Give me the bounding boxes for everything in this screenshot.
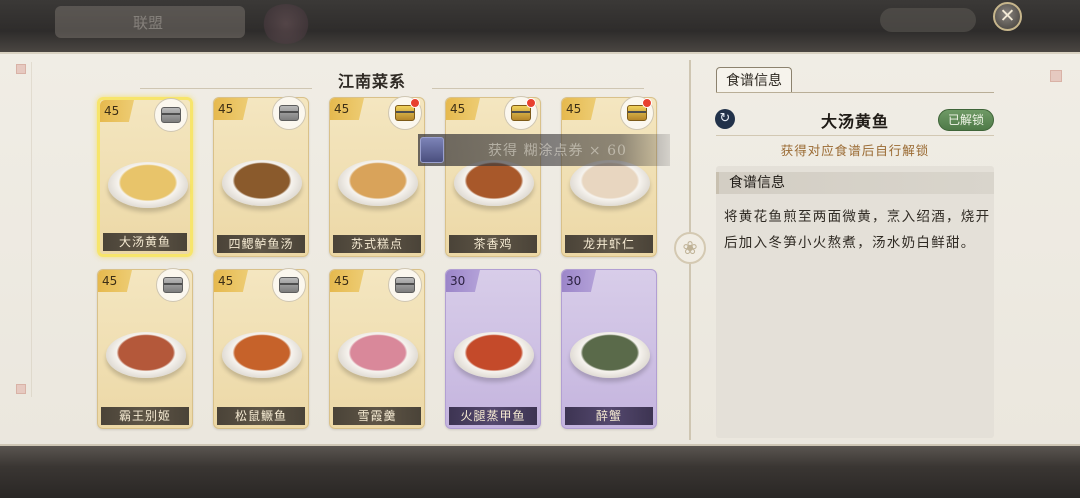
title-line-right (432, 88, 644, 89)
dish-image (220, 310, 304, 400)
recipe-card[interactable]: 45 松鼠鳜鱼 (213, 268, 309, 429)
level-badge: 30 (562, 270, 596, 292)
card-name: 雪霞羹 (333, 407, 421, 425)
close-button[interactable]: ✕ (993, 2, 1022, 31)
gold-chest-icon[interactable] (504, 96, 538, 130)
plate-icon (106, 332, 186, 378)
level-badge: 45 (98, 270, 132, 292)
level-badge: 45 (100, 100, 134, 122)
silver-chest-icon[interactable] (156, 268, 190, 302)
blurred-currency (880, 8, 976, 32)
plate-icon (570, 332, 650, 378)
blurred-avatar (262, 4, 310, 44)
panel-left-decoration (12, 62, 32, 397)
seal-icon (1050, 70, 1062, 82)
tab-recipe-info[interactable]: 食谱信息 (716, 67, 792, 93)
recipe-card[interactable]: 45 大汤黄鱼 (97, 97, 193, 257)
background-bottom-bar (0, 446, 1080, 498)
recipe-card[interactable]: 45 四鳃鲈鱼汤 (213, 96, 309, 257)
plate-icon (222, 332, 302, 378)
level-badge: 30 (446, 270, 480, 292)
level-badge: 45 (446, 98, 480, 120)
card-name: 苏式糕点 (333, 235, 421, 253)
dish-image (452, 310, 536, 400)
recipe-card[interactable]: 45 霸王别姬 (97, 268, 193, 429)
dish-image (336, 138, 420, 228)
level-badge: 45 (214, 270, 248, 292)
silver-chest-icon[interactable] (388, 268, 422, 302)
level-badge: 45 (330, 270, 364, 292)
dish-image (104, 310, 188, 400)
card-name: 大汤黄鱼 (103, 233, 187, 251)
plate-icon (454, 160, 534, 206)
plate-icon (570, 160, 650, 206)
dish-image (220, 138, 304, 228)
panel-right-decoration (1040, 62, 1070, 397)
card-name: 四鳃鲈鱼汤 (217, 235, 305, 253)
recipe-card[interactable]: 45 茶香鸡 (445, 96, 541, 257)
notification-dot-icon (526, 98, 536, 108)
recipe-info-box: 食谱信息 将黄花鱼煎至两面微黄，烹入绍酒，烧开后加入冬笋小火熬煮，汤水奶白鲜甜。 (716, 166, 994, 438)
card-name: 醉蟹 (565, 407, 653, 425)
card-name: 茶香鸡 (449, 235, 537, 253)
tab-underline (716, 92, 994, 93)
seal-icon (16, 384, 26, 394)
coupon-icon (420, 137, 444, 163)
card-name: 龙井虾仁 (565, 235, 653, 253)
flower-ornament-icon: ❀ (674, 232, 706, 264)
card-name: 松鼠鳜鱼 (217, 407, 305, 425)
recipe-card[interactable]: 45 雪霞羹 (329, 268, 425, 429)
plate-icon (338, 160, 418, 206)
dish-image (568, 310, 652, 400)
card-name: 火腿蒸甲鱼 (449, 407, 537, 425)
name-divider (716, 135, 994, 136)
seal-icon (16, 64, 26, 74)
dish-image (336, 310, 420, 400)
silver-chest-icon[interactable] (154, 98, 188, 132)
recipe-description: 将黄花鱼煎至两面微黄，烹入绍酒，烧开后加入冬笋小火熬煮，汤水奶白鲜甜。 (724, 209, 991, 251)
section-title: 江南菜系 (337, 72, 406, 91)
recipe-heading: 食谱信息 (716, 172, 994, 194)
silver-chest-icon[interactable] (272, 96, 306, 130)
plate-icon (108, 162, 188, 208)
plate-icon (222, 160, 302, 206)
refresh-icon[interactable]: ↻ (715, 109, 735, 129)
close-icon: ✕ (999, 5, 1016, 27)
notification-dot-icon (410, 98, 420, 108)
toast-text: 获得 糊涂点券 × 60 (488, 143, 627, 159)
gold-chest-icon[interactable] (388, 96, 422, 130)
gold-chest-icon[interactable] (620, 96, 654, 130)
level-badge: 45 (214, 98, 248, 120)
dish-image (106, 140, 190, 230)
plate-icon (338, 332, 418, 378)
recipe-card[interactable]: 30 火腿蒸甲鱼 (445, 269, 541, 429)
dish-name: 大汤黄鱼 (820, 112, 889, 131)
background-top-bar: 联盟 (0, 0, 1080, 52)
level-badge: 45 (562, 98, 596, 120)
silver-chest-icon[interactable] (272, 268, 306, 302)
title-line-left (140, 88, 312, 89)
blurred-tab: 联盟 (55, 6, 245, 38)
plate-icon (454, 332, 534, 378)
notification-dot-icon (642, 98, 652, 108)
recipe-card[interactable]: 45 苏式糕点 (329, 96, 425, 257)
blurred-tab-label: 联盟 (133, 14, 164, 32)
level-badge: 45 (330, 98, 364, 120)
unlocked-badge: 已解锁 (938, 109, 994, 131)
reward-toast: 获得 糊涂点券 × 60 (418, 134, 670, 166)
recipe-card[interactable]: 45 龙井虾仁 (561, 96, 657, 257)
card-name: 霸王别姬 (101, 407, 189, 425)
recipe-card[interactable]: 30 醉蟹 (561, 269, 657, 429)
unlock-hint: 获得对应食谱后自行解锁 (780, 143, 930, 158)
